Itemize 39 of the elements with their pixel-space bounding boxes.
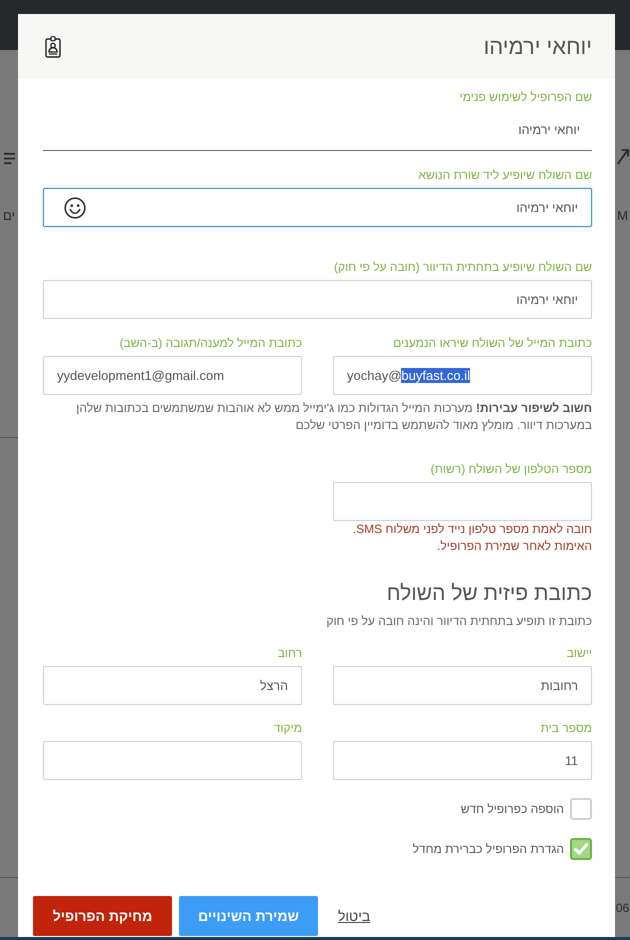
text-field[interactable]: הרצל xyxy=(43,666,302,705)
deliverability-note: חשוב לשיפור עבירות! מערכות המייל הגדולות כמו ג'ימייל ממש לא אוהבות שמשתמשים בכתובות שלהן במערכות דיוור. מומלץ מאוד להשתמש בדומיין הפרטי שלכם xyxy=(75,400,592,434)
field-label: מספר בית xyxy=(540,720,592,737)
selected-text: buyfast.co.il xyxy=(401,368,470,383)
text-field[interactable] xyxy=(43,741,302,780)
page-text-fragment: ים xyxy=(3,208,15,223)
field-label: מספר הטלפון של השולח (רשות) xyxy=(430,461,592,478)
email-field[interactable]: yydevelopment1@gmail.com xyxy=(43,356,302,395)
checkbox[interactable] xyxy=(570,798,592,820)
field-label: יישוב xyxy=(566,645,592,662)
field-label: שם השולח שיופיע ליד שורת הנושא xyxy=(417,167,592,184)
page-text-fragment: 06 xyxy=(616,901,630,916)
email-field[interactable]: yochay@buyfast.co.il xyxy=(333,356,592,395)
text-field[interactable]: 11 xyxy=(333,741,592,780)
error-message: חובה לאמת מספר טלפון נייד לפני משלוח SMS. האימות לאחר שמירת הפרופיל. xyxy=(352,521,592,555)
text-field[interactable]: יוחאי ירמיהו xyxy=(43,188,592,227)
checkbox-label: הוספה כפרופיל חדש xyxy=(460,802,564,816)
cancel-link[interactable]: ביטול xyxy=(338,908,370,924)
delete-button[interactable]: מחיקת הפרופיל xyxy=(33,896,172,936)
field-label: מיקוד xyxy=(272,720,302,737)
section-subtitle: כתובת זו תופיע בתחתית הדיוור והינה חובה על פי חוק xyxy=(325,613,592,630)
dialog-title: יוחאי ירמיהו xyxy=(484,34,592,60)
checkbox[interactable] xyxy=(570,838,592,860)
field-label: כתובת המייל למענה/תגובה (ב-השב) xyxy=(118,335,302,352)
text-field[interactable]: יוחאי ירמיהו xyxy=(43,280,592,319)
checkbox-label: הגדרת הפרופיל כברירת מחדל xyxy=(412,842,564,856)
text-field[interactable]: רחובות xyxy=(333,666,592,705)
field-label: רחוב xyxy=(276,645,302,662)
phone-field[interactable] xyxy=(333,482,592,521)
list-icon xyxy=(2,152,16,165)
field-label: שם השולח שיופיע בתחתית הדיוור (חובה על פי חוק) xyxy=(333,259,592,276)
id-badge-icon xyxy=(45,36,61,58)
diagonal-arrow-icon xyxy=(616,147,629,166)
page-text-fragment: M xyxy=(617,208,628,223)
section-heading: כתובת פיזית של השולח xyxy=(386,581,592,607)
field-label: שם הפרופיל לשימוש פנימי xyxy=(458,89,592,106)
smiley-icon[interactable] xyxy=(64,196,86,218)
checkmark-icon xyxy=(574,843,588,855)
field-label: כתובת המייל של השולח שיראו הנמענים xyxy=(392,335,592,352)
